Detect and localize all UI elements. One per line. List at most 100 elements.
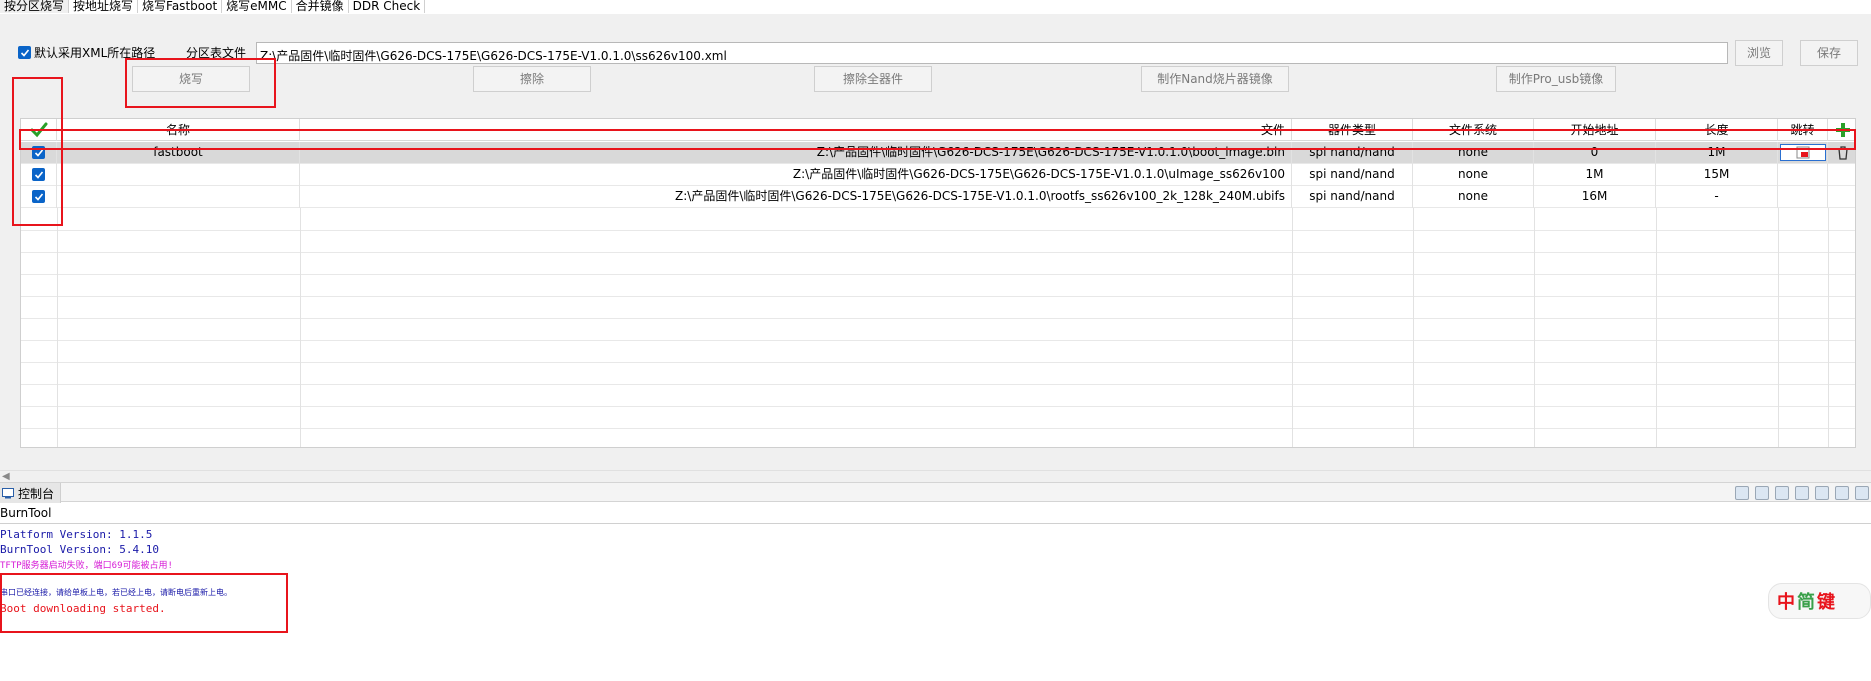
header-length: 长度 (1656, 119, 1778, 141)
console-tab-label: 控制台 (18, 486, 55, 501)
cell-name (57, 164, 300, 186)
make-nand-image-button[interactable]: 制作Nand烧片器镜像 (1141, 66, 1289, 92)
grid-column-line (1413, 208, 1414, 447)
row-action-cell (1828, 186, 1855, 208)
jump-icon (1779, 144, 1826, 161)
console-output[interactable]: Platform Version: 1.1.5 BurnTool Version… (0, 525, 1871, 681)
tab-address-burn[interactable]: 按地址烧写 (69, 0, 139, 13)
grid-column-line (1778, 208, 1779, 447)
cell-filesystem[interactable]: none (1413, 142, 1534, 164)
jump-cell[interactable] (1778, 186, 1828, 208)
grid-line (21, 362, 1855, 363)
checkbox-checked-icon (32, 168, 45, 181)
grid-line (21, 296, 1855, 297)
grid-column-line (300, 208, 301, 447)
watermark-logo: 中 简 键 (1768, 583, 1871, 619)
table-row[interactable]: Z:\产品固件\临时固件\G626-DCS-175E\G626-DCS-175E… (21, 164, 1855, 186)
erase-button[interactable]: 擦除 (473, 66, 591, 92)
grid-line (21, 230, 1855, 231)
grid-line (21, 340, 1855, 341)
add-row-button[interactable] (1828, 119, 1855, 141)
table-row[interactable]: fastboot Z:\产品固件\临时固件\G626-DCS-175E\G626… (21, 142, 1855, 164)
jump-cell[interactable] (1778, 164, 1828, 186)
cell-length[interactable]: 15M (1656, 164, 1778, 186)
console-divider (0, 523, 1871, 524)
header-filesystem: 文件系统 (1413, 119, 1534, 141)
header-start-address: 开始地址 (1534, 119, 1656, 141)
cell-device-type[interactable]: spi nand/nand (1292, 186, 1413, 208)
tab-console[interactable]: 控制台 (0, 483, 62, 503)
plus-icon (1835, 123, 1850, 137)
grid-line (21, 318, 1855, 319)
header-file: 文件 (300, 119, 1292, 141)
cell-start-address[interactable]: 1M (1534, 164, 1656, 186)
watermark-char: 键 (1817, 592, 1835, 613)
checkbox-checked-icon (32, 190, 45, 203)
grid-line (21, 406, 1855, 407)
cell-file[interactable]: Z:\产品固件\临时固件\G626-DCS-175E\G626-DCS-175E… (300, 186, 1292, 208)
cell-filesystem[interactable]: none (1413, 164, 1534, 186)
cell-start-address[interactable]: 0 (1534, 142, 1656, 164)
minimize-icon[interactable] (1855, 486, 1869, 500)
cell-device-type[interactable]: spi nand/nand (1292, 164, 1413, 186)
tab-emmc-burn[interactable]: 烧写eMMC (222, 0, 292, 13)
use-xml-path-checkbox[interactable]: 默认采用XML所在路径 (18, 44, 155, 61)
tab-fastboot-burn[interactable]: 烧写Fastboot (138, 0, 223, 13)
jump-button[interactable] (1778, 142, 1828, 164)
scroll-lock-icon[interactable] (1755, 486, 1769, 500)
header-jump: 跳转 (1778, 119, 1828, 141)
grid-column-line (1828, 208, 1829, 447)
cell-length[interactable]: 1M (1656, 142, 1778, 164)
row-checkbox[interactable] (21, 142, 57, 164)
pin-console-icon[interactable] (1795, 486, 1809, 500)
row-action-cell (1828, 164, 1855, 186)
cell-length[interactable]: - (1656, 186, 1778, 208)
checkmark-icon (30, 122, 47, 138)
delete-row-button[interactable] (1828, 142, 1855, 164)
row-checkbox[interactable] (21, 164, 57, 186)
grid-column-line (1534, 208, 1535, 447)
console-toolbar: 控制台 (0, 482, 1871, 503)
header-device-type: 器件类型 (1292, 119, 1413, 141)
clear-console-icon[interactable] (1735, 486, 1749, 500)
burn-button[interactable]: 烧写 (132, 66, 250, 92)
word-wrap-icon[interactable] (1775, 486, 1789, 500)
horizontal-scrollbar[interactable]: ◀ (0, 470, 1871, 482)
console-toolbar-icons (1735, 486, 1869, 500)
cell-name (57, 186, 300, 208)
display-console-icon[interactable] (1815, 486, 1829, 500)
cell-device-type[interactable]: spi nand/nand (1292, 142, 1413, 164)
console-line: TFTP服务器启动失败，端口69可能被占用! (0, 561, 173, 571)
console-line: BurnTool Version: 5.4.10 (0, 543, 159, 556)
tab-merge-image[interactable]: 合并镜像 (292, 0, 349, 13)
console-name: BurnTool (0, 506, 52, 520)
partition-file-label: 分区表文件 (186, 46, 247, 60)
use-xml-path-label: 默认采用XML所在路径 (34, 46, 156, 60)
cell-filesystem[interactable]: none (1413, 186, 1534, 208)
grid-line (21, 252, 1855, 253)
partition-burn-panel: 默认采用XML所在路径 分区表文件 Z:\产品固件\临时固件\G626-DCS-… (0, 14, 1871, 482)
save-button[interactable]: 保存 (1800, 40, 1858, 66)
browse-button[interactable]: 浏览 (1735, 40, 1783, 66)
trash-icon (1837, 146, 1848, 160)
grid-line (21, 384, 1855, 385)
header-name: 名称 (57, 119, 300, 141)
cell-file[interactable]: Z:\产品固件\临时固件\G626-DCS-175E\G626-DCS-175E… (300, 142, 1292, 164)
checkbox-checked-icon (32, 146, 45, 159)
tab-ddr-check[interactable]: DDR Check (349, 0, 426, 13)
erase-all-button[interactable]: 擦除全器件 (814, 66, 932, 92)
console-icon (2, 487, 14, 498)
make-pro-usb-image-button[interactable]: 制作Pro_usb镜像 (1496, 66, 1616, 92)
cell-name: fastboot (57, 142, 300, 164)
partition-file-field[interactable]: Z:\产品固件\临时固件\G626-DCS-175E\G626-DCS-175E… (256, 42, 1728, 64)
row-checkbox[interactable] (21, 186, 57, 208)
select-all-header[interactable] (21, 119, 57, 141)
console-line: 串口已经连接，请给单板上电，若已经上电，请断电后重新上电。 (0, 588, 232, 597)
cell-file[interactable]: Z:\产品固件\临时固件\G626-DCS-175E\G626-DCS-175E… (300, 164, 1292, 186)
grid-line (21, 428, 1855, 429)
open-console-icon[interactable] (1835, 486, 1849, 500)
grid-column-line (1292, 208, 1293, 447)
cell-start-address[interactable]: 16M (1534, 186, 1656, 208)
tab-partition-burn[interactable]: 按分区烧写 (0, 0, 70, 13)
table-row[interactable]: Z:\产品固件\临时固件\G626-DCS-175E\G626-DCS-175E… (21, 186, 1855, 208)
